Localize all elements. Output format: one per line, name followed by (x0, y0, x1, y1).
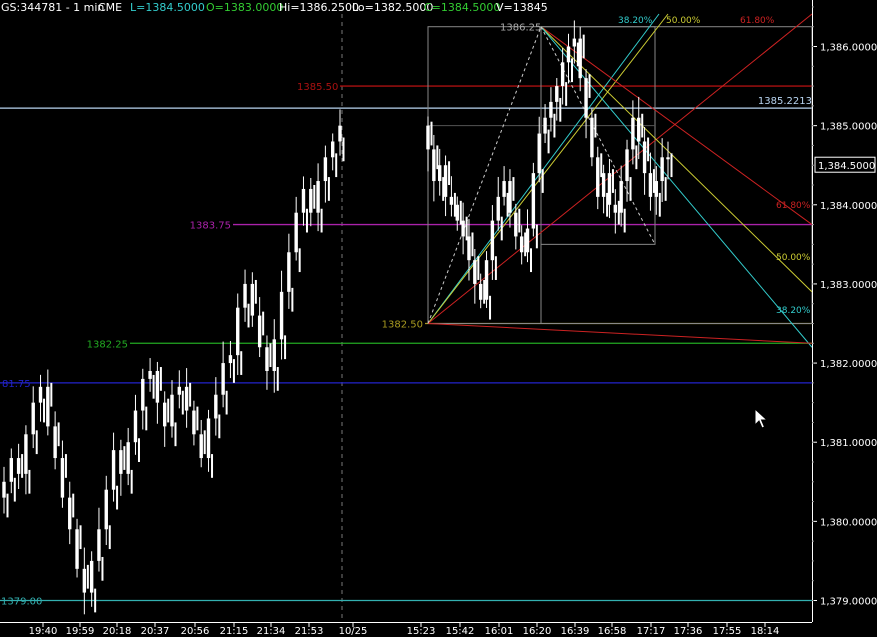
y-tick-label-4: 1,382.0000 (820, 359, 877, 370)
x-tick-label-5: 21:15 (220, 626, 249, 637)
x-tick-label-14: 16:58 (598, 626, 627, 637)
mouse-cursor-icon (754, 408, 769, 429)
fib-label-right-2: 38.20% (776, 306, 811, 316)
level-label-1: 1385.2213 (758, 96, 812, 107)
x-tick-label-8: 10/25 (339, 626, 368, 637)
x-tick-label-1: 19:59 (66, 626, 95, 637)
y-tick-label-1: 1,385.0000 (820, 122, 877, 133)
x-tick-label-7: 21:53 (295, 626, 324, 637)
swing-high-label: 1386.25 (500, 23, 541, 34)
level-label-4: 1382.25 (87, 339, 128, 350)
fib-label-top-0: 38.20% (618, 16, 653, 26)
header-exchange: CME (98, 1, 122, 14)
x-tick-label-11: 16:01 (485, 626, 514, 637)
header-open: O=1383.0000 (206, 1, 283, 14)
y-tick-label-6: 1,380.0000 (820, 517, 877, 528)
header-close: C=1384.5000 (424, 1, 500, 14)
price-chart[interactable]: 1385.50 1385.2213 1383.75 1382.50 1382.25 81.… (0, 0, 877, 637)
x-tick-label-4: 20:56 (181, 626, 210, 637)
level-label-3: 1382.50 (382, 320, 423, 331)
y-tick-label-7: 1,379.0000 (820, 597, 877, 608)
header-high: Hi=1386.2500 (279, 1, 359, 14)
chart-background (0, 0, 877, 637)
x-tick-label-17: 17:55 (713, 626, 742, 637)
x-tick-label-3: 20:37 (141, 626, 170, 637)
x-tick-label-12: 16:20 (523, 626, 552, 637)
x-tick-label-2: 20:18 (103, 626, 132, 637)
x-tick-label-18: 18:14 (751, 626, 780, 637)
y-tick-label-5: 1,381.0000 (820, 438, 877, 449)
fib-label-right-1: 50.00% (776, 253, 811, 263)
header-lo: Lo=1382.5000 (352, 1, 433, 14)
level-label-5: 81.75 (2, 379, 31, 390)
level-label-2: 1383.75 (190, 221, 231, 232)
header-low: L=1384.5000 (130, 1, 205, 14)
y-tick-label-3: 1,383.0000 (820, 280, 877, 291)
fib-label-top-1: 50.00% (666, 16, 701, 26)
x-tick-label-9: 15:23 (407, 626, 436, 637)
last-price-label: 1,384.5000 (818, 161, 875, 172)
fib-label-top-2: 61.80% (740, 16, 775, 26)
level-label-6: 1379.00 (1, 597, 42, 608)
x-tick-label-0: 19:40 (29, 626, 58, 637)
x-tick-label-15: 17:17 (637, 626, 666, 637)
y-tick-label-2: 1,384.0000 (820, 201, 877, 212)
x-tick-label-13: 16:39 (561, 626, 590, 637)
level-label-0: 1385.50 (297, 82, 338, 93)
fib-label-right-0: 61.80% (776, 201, 811, 211)
x-tick-label-6: 21:34 (257, 626, 286, 637)
y-tick-label-0: 1,386.0000 (820, 43, 877, 54)
x-tick-label-10: 15:42 (446, 626, 475, 637)
header-symbol: GS:344781 - 1 min (1, 1, 104, 14)
x-tick-label-16: 17:36 (674, 626, 703, 637)
header-volume: V=13845 (496, 1, 548, 14)
